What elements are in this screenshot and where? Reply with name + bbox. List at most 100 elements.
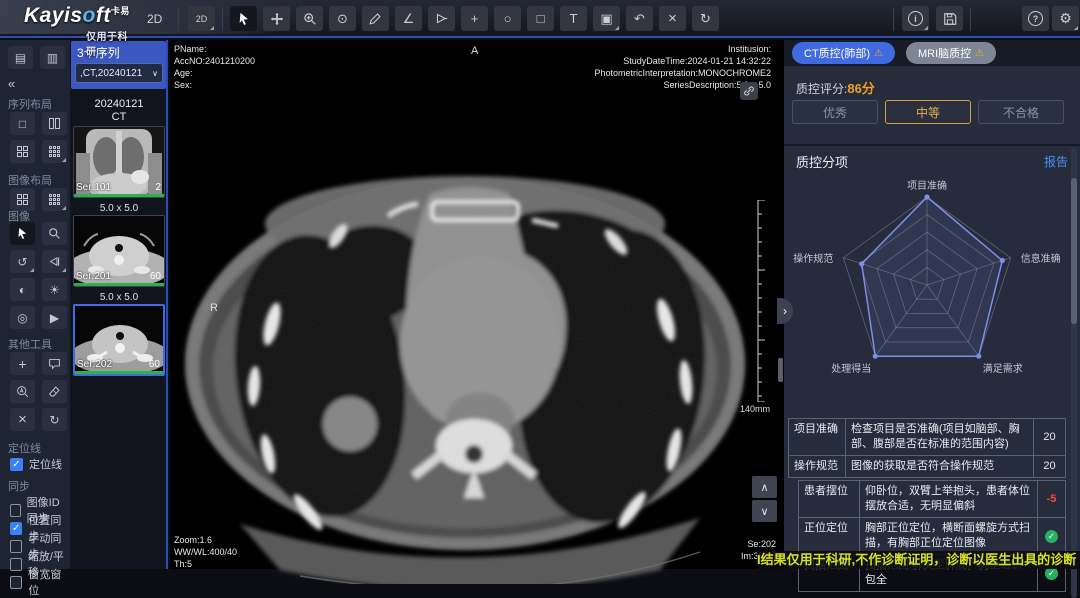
mode-label: 2D (147, 12, 162, 26)
roi-magnifier-icon (16, 385, 29, 398)
table-row: 项目准确 检查项目是否准确(项目如脑部、胸部、腹部是否在标准的范围内容) 20 (789, 419, 1065, 455)
ellipse-icon: ○ (504, 11, 512, 26)
layout-3x3-icon (49, 146, 60, 157)
qc-sub-table: 患者摆位 仰卧位，双臂上举抱头，患者体位摆放合适，无明显偏斜 -5 正位定位 胸… (798, 480, 1066, 592)
scroll-up-button[interactable]: ∧ (752, 476, 777, 498)
settings-button[interactable]: ⚙ (1052, 6, 1079, 31)
close-icon: × (18, 411, 27, 428)
orientation-marker-right: R (210, 302, 218, 314)
collapse-icon: « (8, 76, 15, 91)
panel-collapse-button[interactable]: › (777, 298, 793, 324)
comment-tool-button[interactable] (42, 352, 67, 375)
ellipse-tool-button[interactable]: ○ (494, 6, 521, 31)
qc-radar-chart: 项目准确信息准确满足需求处理得当操作规范 (792, 170, 1062, 396)
series-layout-1x1-button[interactable]: □ (10, 112, 35, 135)
layout-2x2-icon (17, 146, 28, 157)
thumbnail-ser-101[interactable]: Ser:101 2 (73, 126, 165, 198)
grade-button-excellent[interactable]: 优秀 (792, 100, 878, 124)
load-progress-bar (74, 283, 164, 286)
image-stack-scrollbar[interactable] (778, 358, 783, 382)
rectangle-icon: □ (537, 11, 545, 26)
scroll-down-button[interactable]: ∨ (752, 500, 777, 522)
load-progress-bar (74, 194, 164, 197)
link-series-button[interactable] (740, 82, 758, 100)
brightness-tool-button[interactable]: ☀ (42, 278, 67, 301)
undo-button[interactable]: ↶ (626, 6, 653, 31)
length-tool-button[interactable] (362, 6, 389, 31)
eraser-tool-button[interactable] (42, 380, 67, 403)
locator-line-checkbox[interactable]: ✓ 定位线 (10, 456, 62, 472)
rotate-image-button[interactable]: ↺ (10, 250, 35, 273)
roi-magnify-button[interactable] (10, 380, 35, 403)
pan-tool-button[interactable] (263, 6, 290, 31)
report-link[interactable]: 报告 (1044, 153, 1068, 170)
series-layout-1x2-button[interactable] (42, 112, 67, 135)
series-list-button[interactable]: ▤ (8, 46, 33, 69)
series-layout-3x3-button[interactable] (42, 140, 67, 163)
target-tool-button[interactable]: ◎ (10, 306, 35, 329)
panel-scrollbar-thumb[interactable] (1071, 178, 1077, 324)
reset-button[interactable]: ↻ (692, 6, 719, 31)
save-button[interactable] (936, 6, 963, 31)
add-tool-button[interactable]: + (10, 352, 35, 375)
close-icon: × (668, 10, 677, 27)
toolbar-separator (222, 7, 223, 31)
delete-all-button[interactable]: × (10, 408, 35, 431)
flip-image-button[interactable] (42, 250, 67, 273)
marker-tool-button[interactable]: + (461, 6, 488, 31)
qc-tabs-row: CT质控(肺部)⚠ MRI脑质控⚠ (784, 40, 1080, 66)
rect-tool-button[interactable]: □ (527, 6, 554, 31)
table-row: 正位定位 胸部正位定位，横断面螺旋方式扫描，有胸部正位定位图像 ✓ (799, 517, 1065, 554)
reset-view-button[interactable]: ↻ (42, 408, 67, 431)
tab-mri-qc[interactable]: MRI脑质控⚠ (906, 42, 996, 64)
chevron-right-icon: › (783, 304, 787, 318)
image-layout-3x3-button[interactable] (42, 188, 67, 211)
report-board-button[interactable]: ▥ (40, 46, 65, 69)
text-tool-button[interactable]: T (560, 6, 587, 31)
undo-icon: ↶ (634, 11, 645, 27)
checkbox-checked-icon[interactable]: ✓ (10, 458, 23, 471)
toolbar-separator (970, 7, 971, 31)
rotate-icon: ↻ (49, 413, 59, 427)
collapse-sidebar-button[interactable]: « (8, 76, 15, 91)
checkbox-icon[interactable] (10, 576, 22, 589)
image-cursor-tool-button[interactable] (10, 222, 35, 245)
pan-icon (270, 12, 284, 26)
delete-annotation-button[interactable]: × (659, 6, 686, 31)
grade-button-fail[interactable]: 不合格 (978, 100, 1064, 124)
qc-main-table: 项目准确 检查项目是否准确(项目如脑部、胸部、腹部是否在标准的范围内容) 20 … (788, 418, 1066, 478)
invert-tool-button[interactable]: ◐ (10, 278, 35, 301)
table-row: 患者摆位 仰卧位，双臂上举抱头，患者体位摆放合适，无明显偏斜 -5 (799, 481, 1065, 517)
chevron-down-icon: ∨ (760, 505, 768, 518)
probe-tool-button[interactable] (428, 6, 455, 31)
help-button[interactable]: ? (1022, 6, 1049, 31)
series-selector-dropdown[interactable]: ,CT,20240121 ∨ (75, 63, 163, 83)
ruler-pencil-icon (369, 12, 382, 25)
image-viewport[interactable]: PName: AccNO:2401210200 Age: Sex: Instit… (170, 40, 784, 569)
cine-tool-button[interactable]: ▣ (593, 6, 620, 31)
grade-button-medium[interactable]: 中等 (885, 100, 971, 124)
table-row: 操作规范 图像的获取是否符合操作规范 20 (789, 455, 1065, 477)
series-panel: 3个序列 ,CT,20240121 ∨ 20240121 CT Ser:101 … (70, 40, 168, 569)
zoom-tool-button[interactable] (296, 6, 323, 31)
angle-tool-button[interactable]: ∠ (395, 6, 422, 31)
logo-o-icon: o (83, 4, 96, 27)
angle-icon: ∠ (403, 11, 415, 27)
pass-check-icon: ✓ (1045, 530, 1058, 543)
tab-ct-qc[interactable]: CT质控(肺部)⚠ (792, 42, 895, 64)
left-tool-sidebar: ▤ ▥ « 序列布局 □ 图像布局 图像 ↺ ◐ ☀ ◎ ▶ 其他工具 + × … (0, 40, 70, 569)
target-icon: ◎ (17, 311, 27, 325)
info-button[interactable]: i (902, 6, 929, 31)
sync-window-checkbox[interactable]: 窗宽窗位 (10, 566, 70, 598)
probe-icon (435, 12, 448, 25)
save-icon (943, 12, 957, 26)
layout-1x2-icon (49, 118, 60, 129)
image-magnify-tool-button[interactable] (42, 222, 67, 245)
cine-play-button[interactable]: ▶ (42, 306, 67, 329)
window-level-tool-button[interactable]: ⊙ (329, 6, 356, 31)
cursor-tool-button[interactable] (230, 6, 257, 31)
layout-2d-button[interactable]: 2D (188, 6, 215, 31)
thumbnail-ser-201[interactable]: Ser:201 60 (73, 215, 165, 287)
thumbnail-ser-202[interactable]: Ser:202 60 (73, 304, 165, 376)
series-layout-2x2-button[interactable] (10, 140, 35, 163)
